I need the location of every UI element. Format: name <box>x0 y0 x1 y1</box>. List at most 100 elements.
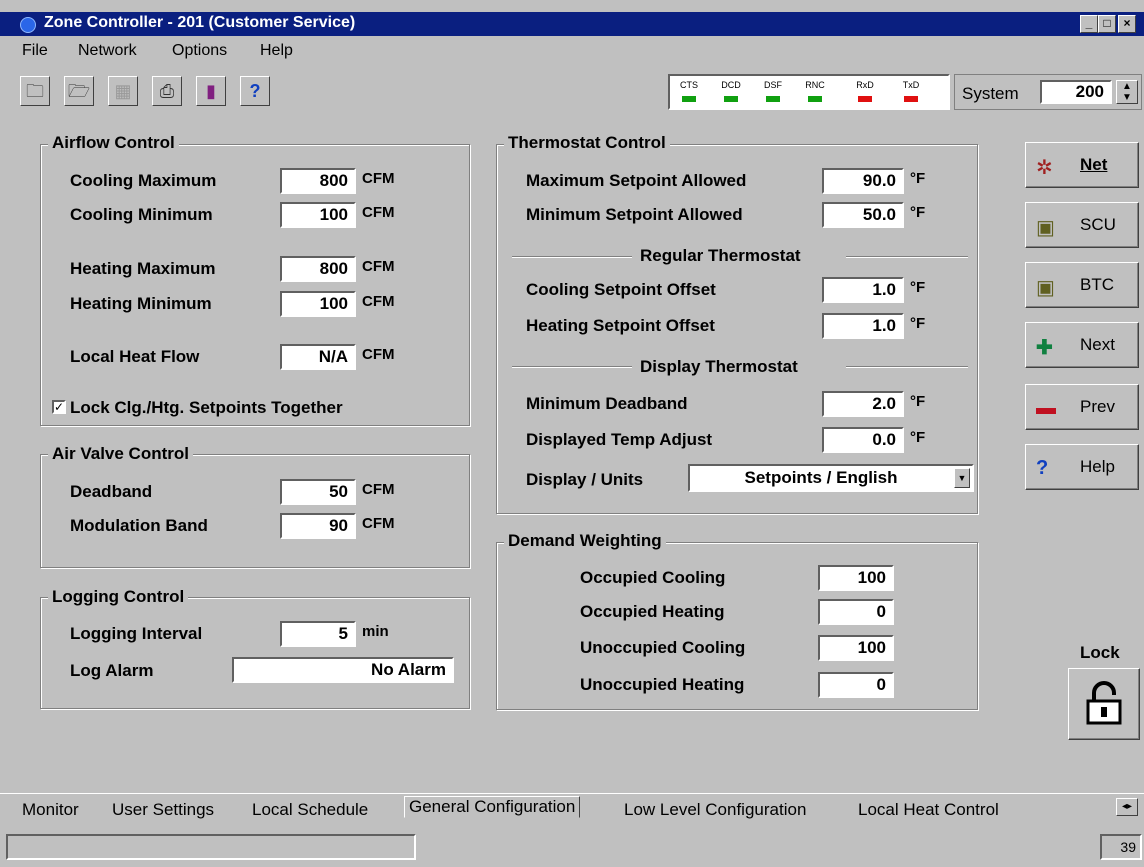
occupied-cooling-label: Occupied Cooling <box>580 568 726 587</box>
minimize-button[interactable]: _ <box>1080 15 1098 33</box>
display-divider-right <box>846 366 968 368</box>
system-input[interactable]: 200 <box>1040 80 1112 104</box>
temp-adjust-input[interactable]: 0.0 <box>822 427 904 453</box>
display-units-dropdown-icon[interactable]: ▼ <box>954 468 970 488</box>
logging-interval-input[interactable]: 5 <box>280 621 356 647</box>
max-setpoint-unit: °F <box>910 170 926 187</box>
menu-network[interactable]: Network <box>78 42 137 60</box>
cooling-offset-unit: °F <box>910 279 926 296</box>
cooling-max-input[interactable]: 800 <box>280 168 356 194</box>
tab-strip-border <box>0 793 1144 794</box>
cooling-max-unit: CFM <box>362 170 395 187</box>
led-indicator-dcd <box>724 96 738 102</box>
minus-icon: ▬ <box>1036 397 1056 419</box>
occupied-heating-label: Occupied Heating <box>580 602 725 621</box>
next-button[interactable]: ✚ Next <box>1025 322 1139 368</box>
tab-scroll-icon[interactable]: ◂▸ <box>1116 798 1138 816</box>
deadband-input[interactable]: 50 <box>280 479 356 505</box>
heating-offset-label: Heating Setpoint Offset <box>526 316 715 335</box>
local-heat-flow-input[interactable]: N/A <box>280 344 356 370</box>
unoccupied-cooling-label: Unoccupied Cooling <box>580 638 746 657</box>
modulation-band-input[interactable]: 90 <box>280 513 356 539</box>
lock-setpoints-checkbox[interactable]: ✓ <box>52 400 66 414</box>
tab-monitor[interactable]: Monitor <box>22 800 79 820</box>
airflow-title: Airflow Control <box>48 133 179 153</box>
menu-options[interactable]: Options <box>172 42 227 60</box>
thermostat-title: Thermostat Control <box>504 133 670 153</box>
cooling-min-input[interactable]: 100 <box>280 202 356 228</box>
heating-min-input[interactable]: 100 <box>280 291 356 317</box>
btc-button[interactable]: ▣ BTC <box>1025 262 1139 308</box>
menu-bar: File Network Options Help <box>0 36 1144 62</box>
close-button[interactable]: × <box>1118 15 1136 33</box>
local-heat-flow-unit: CFM <box>362 346 395 363</box>
display-thermostat-heading: Display Thermostat <box>640 357 798 376</box>
open-file-icon[interactable]: 🗀 <box>20 76 50 106</box>
prev-button-label: Prev <box>1080 397 1115 416</box>
chart-icon[interactable]: ▮ <box>196 76 226 106</box>
tab-general-configuration[interactable]: General Configuration <box>404 796 581 818</box>
cooling-min-unit: CFM <box>362 204 395 221</box>
led-indicator-rnc <box>808 96 822 102</box>
print-icon[interactable]: ⎙ <box>152 76 182 106</box>
cooling-offset-label: Cooling Setpoint Offset <box>526 280 716 299</box>
regular-thermostat-heading: Regular Thermostat <box>640 246 801 265</box>
status-bar-number: 39 <box>1100 834 1142 860</box>
computer-icon: ▣ <box>1036 277 1055 299</box>
led-label-txd: TxD <box>902 80 920 90</box>
help-button[interactable]: ? Help <box>1025 444 1139 490</box>
led-indicator-rxd <box>858 96 872 102</box>
system-spinner[interactable]: ▲ ▼ <box>1116 80 1138 104</box>
cooling-offset-input[interactable]: 1.0 <box>822 277 904 303</box>
display-units-select[interactable]: Setpoints / English <box>688 464 974 492</box>
tab-local-schedule[interactable]: Local Schedule <box>252 800 368 820</box>
temp-adjust-unit: °F <box>910 429 926 446</box>
scu-button[interactable]: ▣ SCU <box>1025 202 1139 248</box>
occupied-heating-input[interactable]: 0 <box>818 599 894 625</box>
log-alarm-field[interactable]: No Alarm <box>232 657 454 683</box>
question-icon: ? <box>1036 457 1049 479</box>
disabled-icon[interactable]: ▦ <box>108 76 138 106</box>
min-setpoint-input[interactable]: 50.0 <box>822 202 904 228</box>
tab-low-level-configuration[interactable]: Low Level Configuration <box>624 800 806 820</box>
tab-local-heat-control[interactable]: Local Heat Control <box>858 800 999 820</box>
menu-help[interactable]: Help <box>260 42 293 60</box>
heating-min-label: Heating Minimum <box>70 294 212 313</box>
temp-adjust-label: Displayed Temp Adjust <box>526 430 713 449</box>
max-setpoint-input[interactable]: 90.0 <box>822 168 904 194</box>
cooling-min-label: Cooling Minimum <box>70 205 213 224</box>
maximize-button[interactable]: □ <box>1098 15 1116 33</box>
title-bar[interactable]: Zone Controller - 201 (Customer Service)… <box>0 12 1144 36</box>
led-label-cts: CTS <box>680 80 698 90</box>
help-icon[interactable]: ? <box>240 76 270 106</box>
min-deadband-unit: °F <box>910 393 926 410</box>
menu-file[interactable]: File <box>22 42 48 60</box>
heating-max-input[interactable]: 800 <box>280 256 356 282</box>
padlock-icon <box>1086 681 1122 725</box>
demand-title: Demand Weighting <box>504 531 666 551</box>
display-units-label: Display / Units <box>526 470 644 489</box>
display-divider-left <box>512 366 632 368</box>
min-deadband-input[interactable]: 2.0 <box>822 391 904 417</box>
modulation-band-unit: CFM <box>362 515 395 532</box>
heating-offset-unit: °F <box>910 315 926 332</box>
prev-button[interactable]: ▬ Prev <box>1025 384 1139 430</box>
save-file-icon[interactable]: 🗁 <box>64 76 94 106</box>
unoccupied-heating-label: Unoccupied Heating <box>580 675 745 694</box>
max-setpoint-label: Maximum Setpoint Allowed <box>526 171 747 190</box>
plus-icon: ✚ <box>1036 337 1053 359</box>
led-label-dsf: DSF <box>764 80 782 90</box>
tab-user-settings[interactable]: User Settings <box>112 800 214 820</box>
occupied-cooling-input[interactable]: 100 <box>818 565 894 591</box>
logging-interval-unit: min <box>362 623 389 640</box>
unoccupied-cooling-input[interactable]: 100 <box>818 635 894 661</box>
window-title: Zone Controller - 201 (Customer Service) <box>44 14 356 31</box>
heating-offset-input[interactable]: 1.0 <box>822 313 904 339</box>
logging-interval-label: Logging Interval <box>70 624 203 643</box>
deadband-unit: CFM <box>362 481 395 498</box>
unoccupied-heating-input[interactable]: 0 <box>818 672 894 698</box>
lock-button[interactable] <box>1068 668 1140 740</box>
net-button[interactable]: ✲ Net <box>1025 142 1139 188</box>
min-setpoint-label: Minimum Setpoint Allowed <box>526 205 743 224</box>
led-indicator-cts <box>682 96 696 102</box>
